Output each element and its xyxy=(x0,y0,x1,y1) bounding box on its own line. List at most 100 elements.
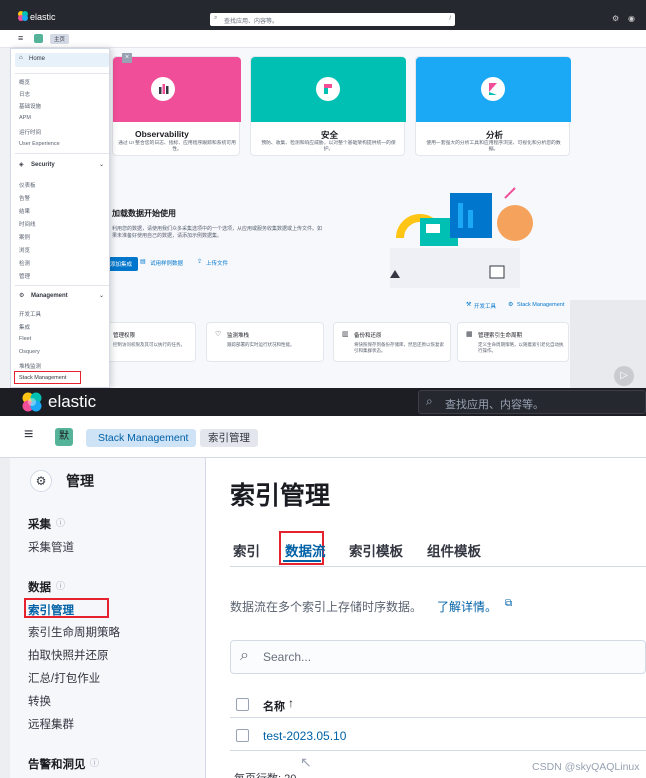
space-avatar[interactable] xyxy=(34,34,43,43)
tab-data-streams[interactable]: 数据流 xyxy=(285,540,326,560)
data-streams-search-input[interactable]: ⌕ Search... xyxy=(230,640,646,674)
sample-data-button[interactable]: 试用样例数据 xyxy=(150,259,183,267)
card-title: Observability xyxy=(135,129,189,139)
sidebar-section-data: 数据 xyxy=(28,582,51,594)
mini-card-desc: 跟踪部署的实时运行状况和性能。 xyxy=(227,342,295,347)
observability-card[interactable]: Observability 通过 UI 整合您的日志、指标、应用程序跟踪和系统可… xyxy=(112,56,241,156)
nav-item[interactable]: Osquery xyxy=(19,349,40,355)
search-icon: ⌕ xyxy=(426,394,433,408)
data-stream-link[interactable]: test-2023.05.10 xyxy=(263,729,346,743)
sidebar-item-remote-clusters[interactable]: 远程集群 xyxy=(28,716,74,732)
nav-item[interactable]: Fleet xyxy=(19,336,31,342)
heartbeat-icon: ♡ xyxy=(215,331,222,338)
stack-management-link[interactable]: Stack Management xyxy=(517,302,564,308)
divider xyxy=(15,153,109,154)
table-row-divider xyxy=(230,750,646,751)
help-icon[interactable]: ⚙ xyxy=(612,14,619,23)
right-gutter xyxy=(570,300,646,388)
nav-item[interactable]: 告警 xyxy=(19,194,30,202)
sample-data-icon: ▤ xyxy=(140,259,146,265)
column-header-name[interactable]: 名称 xyxy=(263,698,285,714)
mini-card[interactable]: ▦ 管理索引生命周期 定义生命周期策略，以随着索引老化自动执行操作。 xyxy=(457,322,569,362)
app-name: elastic xyxy=(30,12,56,22)
close-icon[interactable]: × xyxy=(122,53,132,63)
sidebar-item-ilm[interactable]: 索引生命周期策略 xyxy=(28,624,120,640)
sidebar-item-transforms[interactable]: 转换 xyxy=(28,693,51,709)
nav-home[interactable]: ⌂ Home xyxy=(15,53,109,67)
nav-item[interactable]: 结果 xyxy=(19,207,30,215)
analytics-card[interactable]: 分析 使用一套强大的分析工具和应用程序浏览、可视化和分析您的数据。 xyxy=(415,56,571,156)
elastic-logo-icon[interactable] xyxy=(18,11,28,21)
left-gutter xyxy=(0,458,10,778)
tab-component-templates[interactable]: 组件模板 xyxy=(427,540,481,560)
breadcrumb[interactable]: 主页 xyxy=(50,34,70,44)
breadcrumb-bar: ≡ 默 Stack Management 索引管理 xyxy=(0,416,646,458)
add-data-title: 加载数据开始使用 xyxy=(112,209,176,218)
nav-section-management[interactable]: Management xyxy=(31,293,68,299)
sort-ascending-icon[interactable]: ↑ xyxy=(288,696,294,710)
top-breadcrumb-bar: ≡ 主页 xyxy=(0,30,646,48)
nav-section-security[interactable]: Security xyxy=(31,162,55,168)
nav-item[interactable]: 堆栈监测 xyxy=(19,362,41,370)
menu-icon[interactable]: ≡ xyxy=(18,33,23,43)
active-tab-underline xyxy=(283,560,321,562)
card-desc: 预防、收集、检测和响应威胁，以对整个基础架构提供统一的保护。 xyxy=(261,141,396,152)
mini-card[interactable]: ♡ 监测堆栈 跟踪部署的实时运行状况和性能。 xyxy=(206,322,324,362)
play-icon[interactable]: ▷ xyxy=(614,366,634,386)
card-desc: 通过 UI 整合您的日志、指标、应用程序跟踪和系统可用性。 xyxy=(118,141,236,152)
nav-item[interactable]: 开发工具 xyxy=(19,310,41,318)
nav-item[interactable]: 基础设施 xyxy=(19,102,41,110)
gear-icon: ⚙ xyxy=(19,293,25,299)
nav-item[interactable]: 管理 xyxy=(19,272,30,280)
search-input[interactable]: ⌕ 查找应用、内容等。 xyxy=(418,390,646,414)
nav-item[interactable]: 浏览 xyxy=(19,246,30,254)
user-icon[interactable]: ◉ xyxy=(628,14,635,23)
space-avatar[interactable]: 默 xyxy=(55,428,73,446)
management-sidebar: ⚙ 管理 采集 ⓘ 采集管道 数据 ⓘ 索引管理 索引生命周期策略 拍取快照并还… xyxy=(10,458,206,778)
nav-item[interactable]: 日志 xyxy=(19,90,30,98)
search-input[interactable]: ⌕ 查找应用、内容等。 / xyxy=(210,13,455,26)
sidebar-item-rollup[interactable]: 汇总/打包作业 xyxy=(28,670,100,686)
mini-card[interactable]: 管理权限 控制访问权限及其可以执行的任务。 xyxy=(104,322,196,362)
row-checkbox[interactable] xyxy=(236,729,249,742)
external-link-icon: ⧉ xyxy=(505,598,513,609)
nav-item[interactable]: 集成 xyxy=(19,323,30,331)
nav-item[interactable]: 运行时间 xyxy=(19,128,41,136)
upload-file-button[interactable]: 上传文件 xyxy=(206,259,228,267)
nav-item[interactable]: 时间线 xyxy=(19,220,36,228)
chevron-down-icon[interactable]: ⌄ xyxy=(99,161,104,168)
nav-item[interactable]: 案例 xyxy=(19,233,30,241)
tab-indices[interactable]: 索引 xyxy=(233,540,260,560)
select-all-checkbox[interactable] xyxy=(236,698,249,711)
nav-item[interactable]: 概览 xyxy=(19,78,30,86)
menu-icon[interactable]: ≡ xyxy=(24,426,33,444)
nav-item[interactable]: User Experience xyxy=(19,141,60,147)
nav-item[interactable]: 检测 xyxy=(19,259,30,267)
security-card[interactable]: 安全 预防、收集、检测和响应威胁，以对整个基础架构提供统一的保护。 xyxy=(250,56,406,156)
mini-card-title: 管理权限 xyxy=(113,333,136,339)
nav-item[interactable]: 仪表板 xyxy=(19,181,36,189)
rows-per-page[interactable]: 每页行数: 20 xyxy=(234,770,296,778)
search-placeholder: 查找应用、内容等。 xyxy=(224,19,279,25)
tab-index-templates[interactable]: 索引模板 xyxy=(349,540,403,560)
sidebar-item-index-management[interactable]: 索引管理 xyxy=(28,602,74,618)
sidebar-section-alerts: 告警和洞见 xyxy=(28,759,86,771)
breadcrumb-stack-management[interactable]: Stack Management xyxy=(86,429,197,447)
app-name: elastic xyxy=(48,392,97,411)
upload-icon: ⇪ xyxy=(197,259,203,265)
nav-item[interactable]: APM xyxy=(19,115,31,121)
learn-more-link[interactable]: 了解详情。 xyxy=(437,598,497,615)
data-streams-description: 数据流在多个索引上存储时序数据。 xyxy=(230,600,423,614)
breadcrumb-current: 索引管理 xyxy=(200,429,258,447)
devtools-link[interactable]: 开发工具 xyxy=(474,302,496,310)
sidebar-item-ingest-pipelines[interactable]: 采集管道 xyxy=(28,539,74,555)
card-title: 分析 xyxy=(486,130,504,140)
elastic-logo-icon[interactable] xyxy=(22,392,42,412)
observability-banner xyxy=(113,57,241,122)
nav-item-stack-management[interactable]: Stack Management xyxy=(19,375,66,381)
chevron-down-icon[interactable]: ⌄ xyxy=(99,292,104,299)
mini-card[interactable]: ▥ 备份和还原 将快照保存到备份存储库，然后还原以恢复索引和集群状态。 xyxy=(333,322,451,362)
home-screenshot: elastic ⌕ 查找应用、内容等。 / ⚙ ◉ ≡ 主页 Observabi… xyxy=(0,0,646,388)
gear-icon: ⚙ xyxy=(508,302,514,308)
sidebar-item-snapshot[interactable]: 拍取快照并还原 xyxy=(28,647,109,663)
